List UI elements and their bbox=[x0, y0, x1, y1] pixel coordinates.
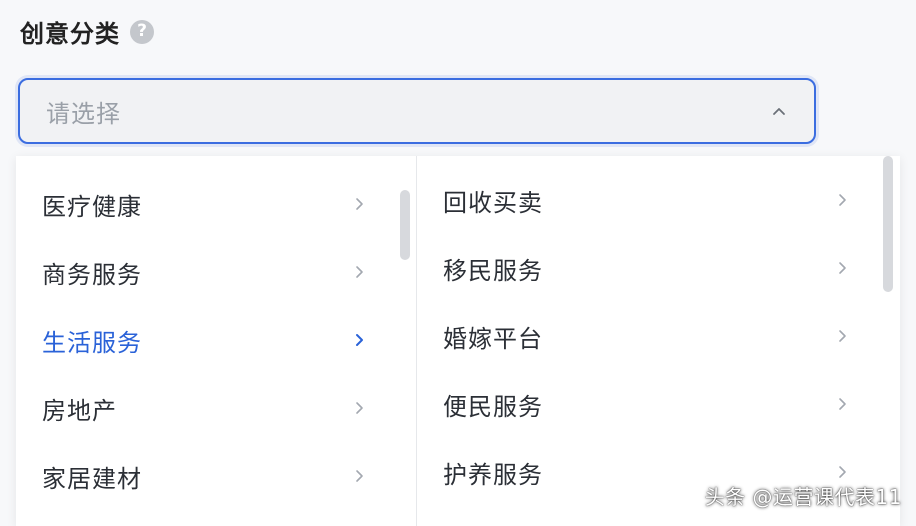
chevron-right-icon bbox=[835, 329, 849, 343]
chevron-right-icon bbox=[352, 333, 366, 347]
field-label-row: 创意分类 ? bbox=[20, 14, 154, 49]
chevron-up-icon[interactable] bbox=[770, 102, 788, 120]
chevron-right-icon bbox=[835, 465, 849, 479]
cascader-item-life-services[interactable]: 生活服务 bbox=[16, 306, 416, 374]
chevron-right-icon bbox=[835, 397, 849, 411]
chevron-right-icon bbox=[352, 401, 366, 415]
cascader-column-primary: 医疗健康 商务服务 生活服务 房地产 家居建材 bbox=[16, 156, 417, 526]
chevron-right-icon bbox=[835, 193, 849, 207]
chevron-right-icon bbox=[352, 265, 366, 279]
scrollbar-primary[interactable] bbox=[400, 190, 410, 260]
cascader-item-label: 移民服务 bbox=[443, 256, 543, 285]
cascader-item-label: 生活服务 bbox=[42, 328, 142, 357]
cascader-item-label: 房地产 bbox=[42, 396, 117, 425]
cascader-item-label: 商务服务 bbox=[42, 260, 142, 289]
cascader-item-label: 医疗健康 bbox=[42, 192, 142, 221]
watermark: 头条 @运营课代表11 bbox=[704, 485, 902, 509]
chevron-right-icon bbox=[835, 261, 849, 275]
cascader-item-label: 便民服务 bbox=[443, 392, 543, 421]
chevron-right-icon bbox=[352, 197, 366, 211]
select-placeholder: 请选择 bbox=[46, 99, 121, 128]
category-select[interactable]: 请选择 bbox=[18, 78, 816, 144]
chevron-right-icon bbox=[352, 469, 366, 483]
cascader-item-label: 护养服务 bbox=[443, 460, 543, 489]
cascader-item-business[interactable]: 商务服务 bbox=[16, 238, 416, 306]
cascader-dropdown: 医疗健康 商务服务 生活服务 房地产 家居建材 回收买卖 移民服务 婚嫁平台 便… bbox=[16, 156, 900, 526]
cascader-item-label: 回收买卖 bbox=[443, 188, 543, 217]
cascader-item-medical[interactable]: 医疗健康 bbox=[16, 170, 416, 238]
cascader-item-wedding[interactable]: 婚嫁平台 bbox=[417, 302, 900, 370]
cascader-item-real-estate[interactable]: 房地产 bbox=[16, 374, 416, 442]
field-label: 创意分类 bbox=[20, 20, 120, 48]
help-icon[interactable]: ? bbox=[130, 19, 154, 44]
cascader-item-label: 婚嫁平台 bbox=[443, 324, 543, 353]
scrollbar-secondary[interactable] bbox=[883, 156, 893, 292]
cascader-item-label: 家居建材 bbox=[42, 464, 142, 493]
cascader-item-home-building[interactable]: 家居建材 bbox=[16, 442, 416, 510]
cascader-column-secondary: 回收买卖 移民服务 婚嫁平台 便民服务 护养服务 bbox=[417, 156, 900, 526]
cascader-item-convenience[interactable]: 便民服务 bbox=[417, 370, 900, 438]
cascader-item-recycling[interactable]: 回收买卖 bbox=[417, 166, 900, 234]
cascader-item-immigration[interactable]: 移民服务 bbox=[417, 234, 900, 302]
